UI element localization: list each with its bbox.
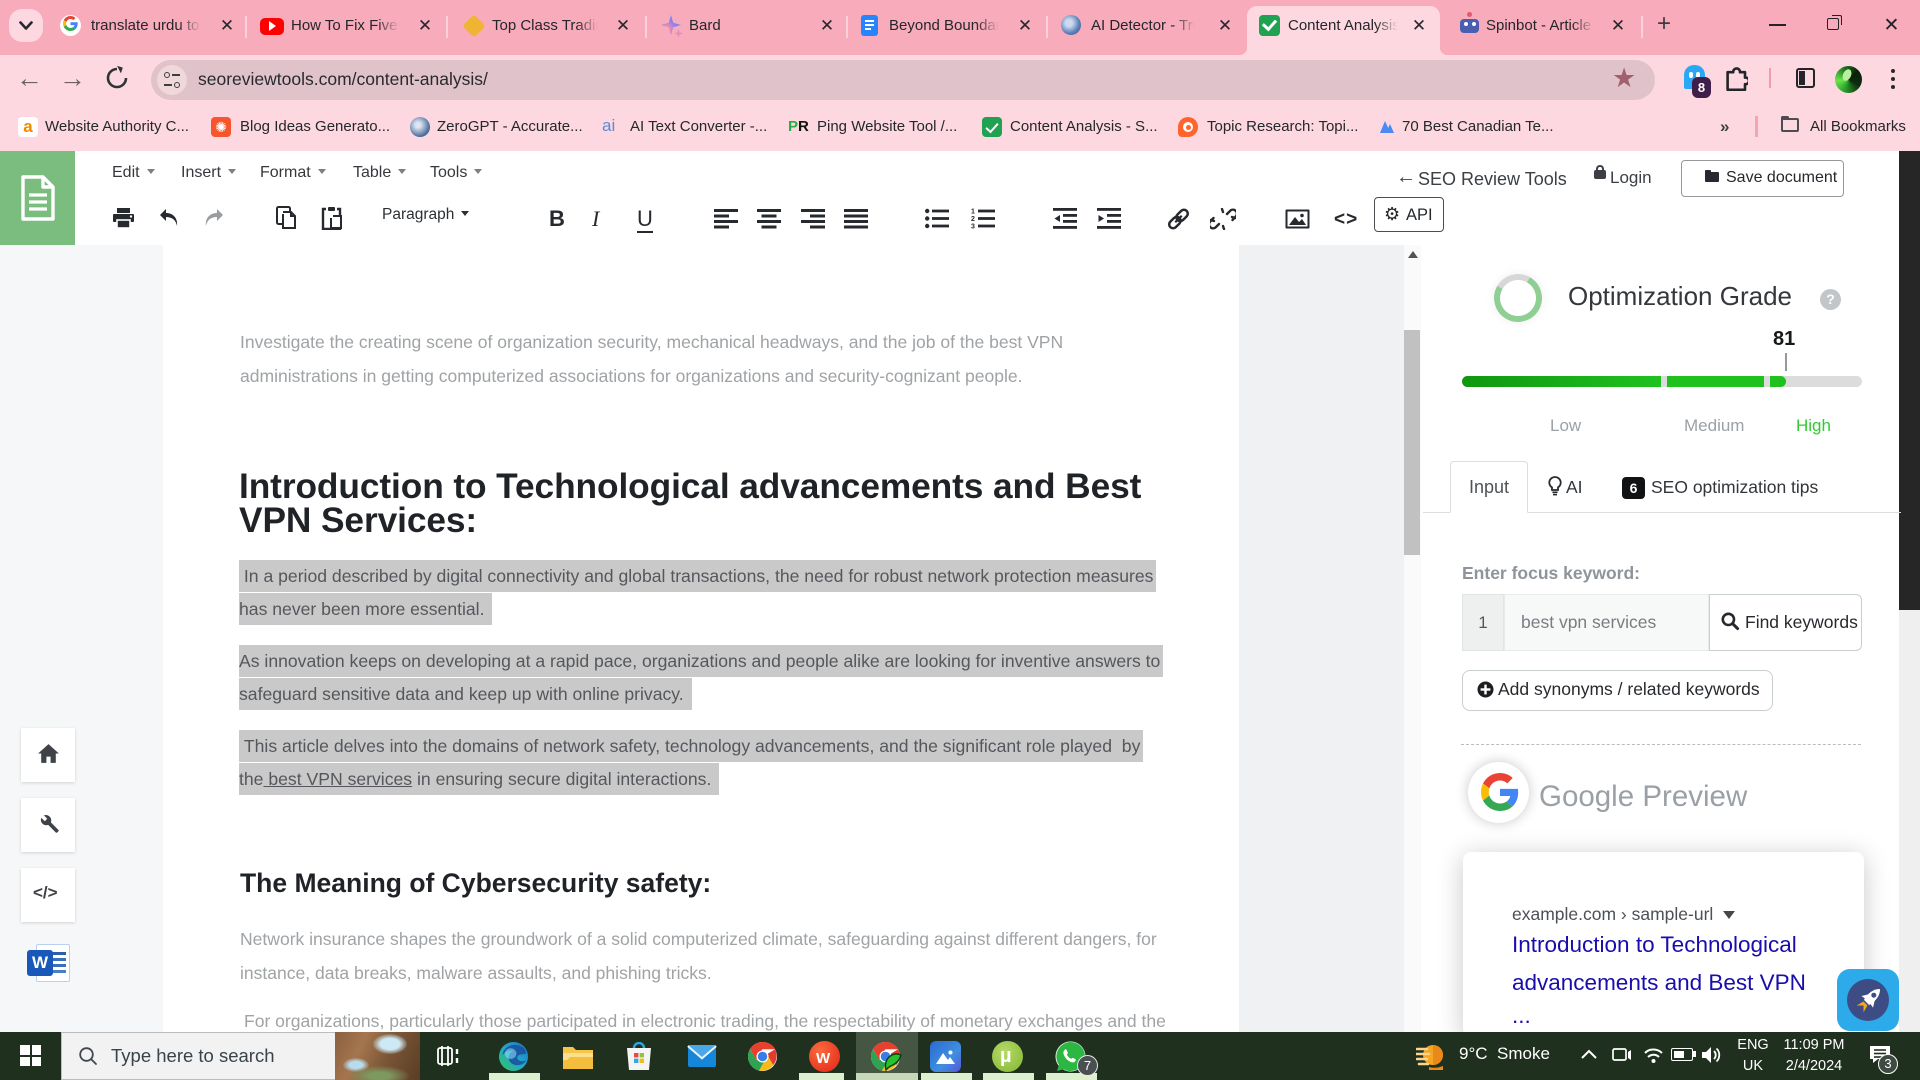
svg-text:1: 1 xyxy=(971,209,975,216)
svg-text:3: 3 xyxy=(971,224,975,230)
svg-text:2: 2 xyxy=(971,216,975,223)
